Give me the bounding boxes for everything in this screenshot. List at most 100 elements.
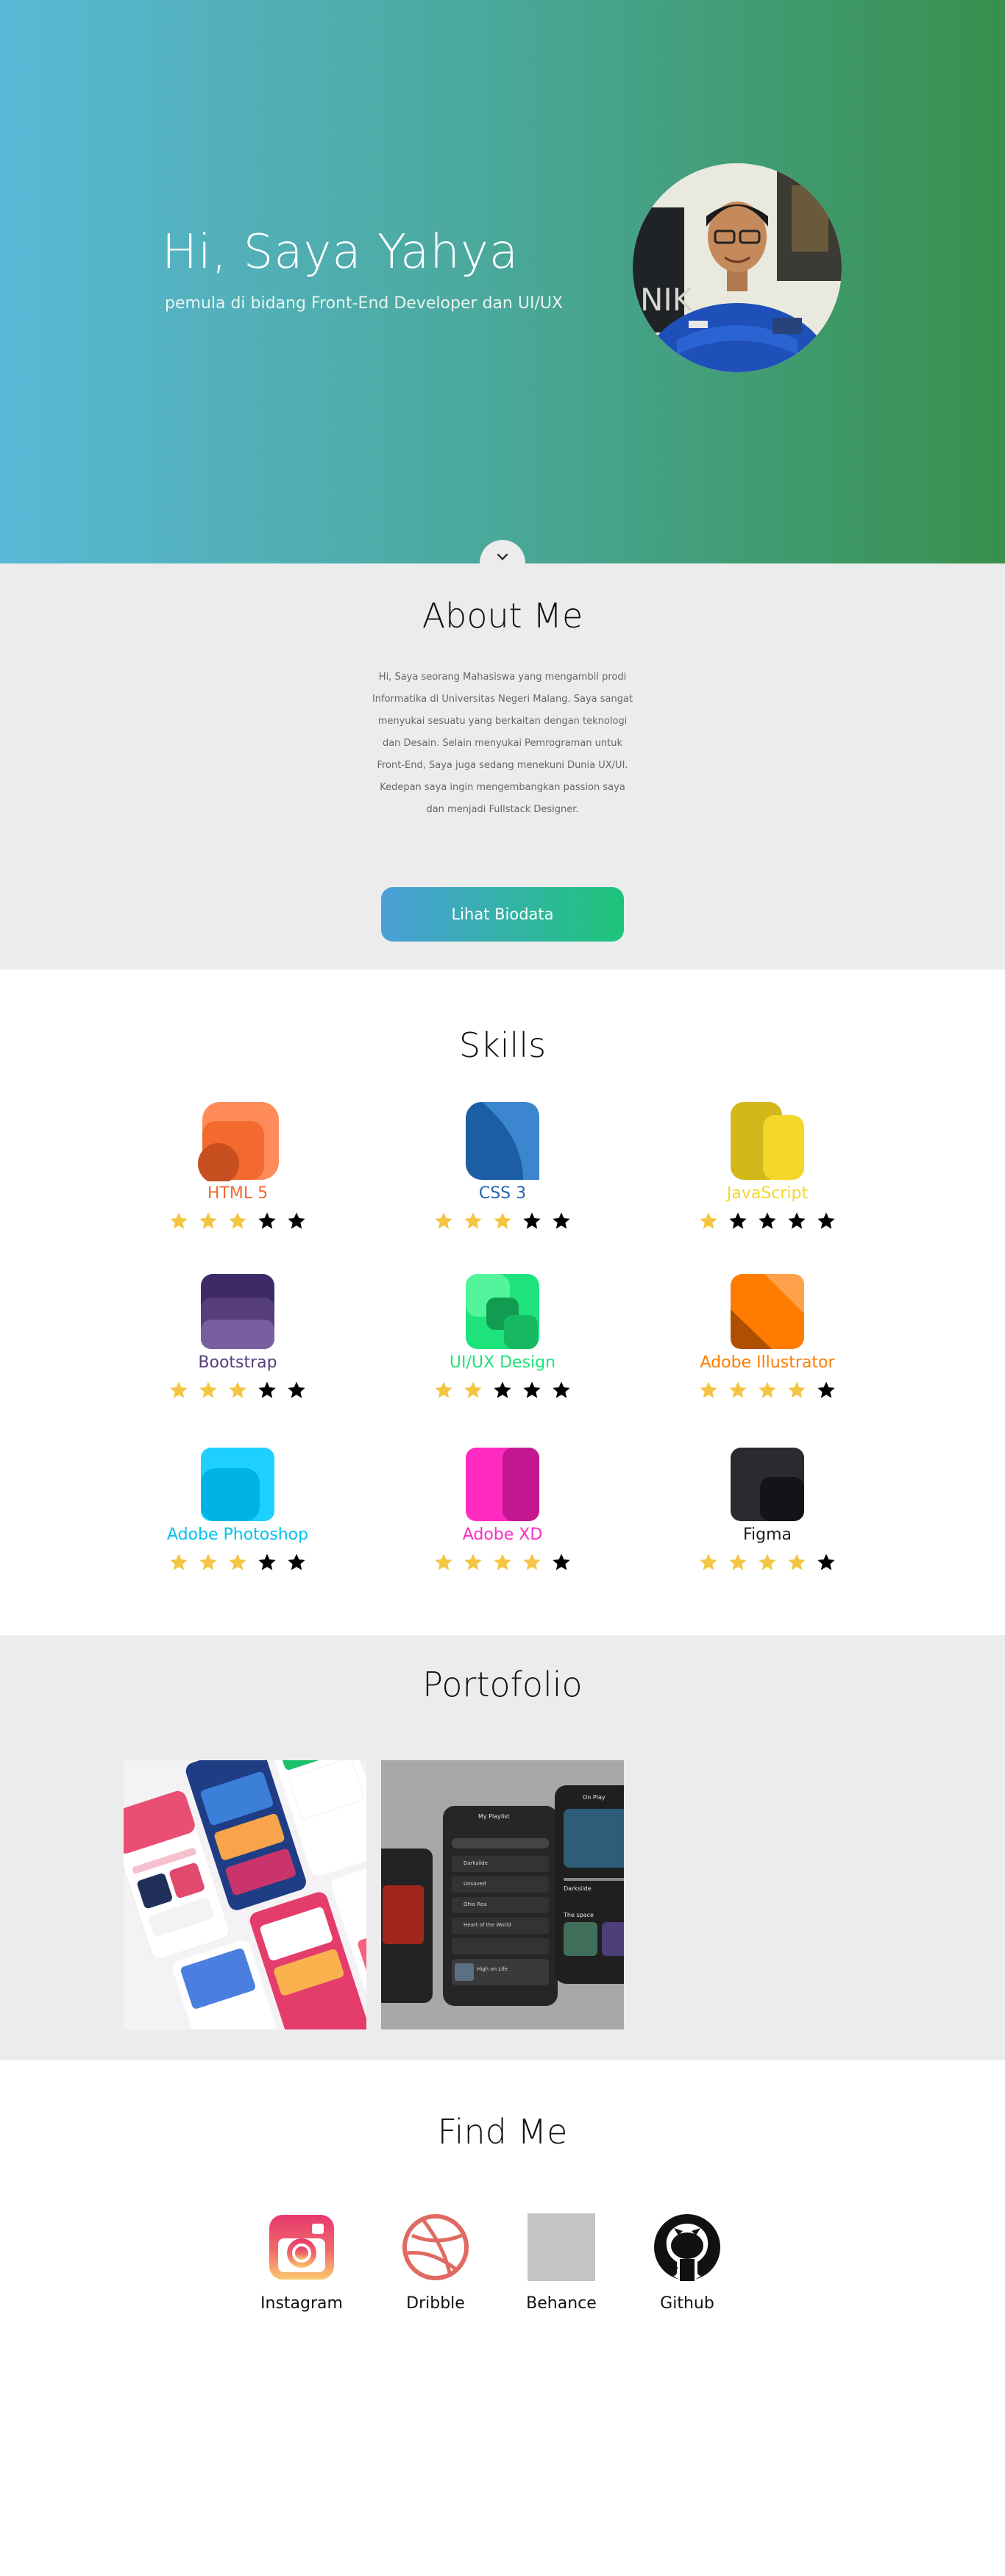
skill-label: HTML 5 [207,1184,269,1203]
illustrator-icon [731,1274,804,1349]
portfolio-item-travel[interactable] [124,1760,366,2029]
dribbble-icon [402,2214,469,2280]
github-label: Github [660,2294,714,2313]
rating-stars [664,1380,870,1401]
rating-stars [135,1211,341,1231]
star-filled-icon [199,1212,217,1229]
view-biodata-button[interactable]: Lihat Biodata [381,887,624,942]
uiux-icon [466,1274,539,1349]
star-filled-icon [435,1212,452,1229]
star-empty-icon [788,1212,806,1229]
star-filled-icon [170,1554,188,1570]
album-heading: The space [564,1912,594,1918]
skill-xd: Adobe XD [399,1446,606,1573]
star-empty-icon [553,1554,570,1570]
star-filled-icon [759,1554,776,1570]
star-empty-icon [817,1212,835,1229]
javascript-icon [731,1102,804,1180]
skill-javascript: JavaScript [664,1100,870,1231]
skill-label: JavaScript [726,1184,809,1203]
track-title: Darksiide [464,1860,488,1866]
star-empty-icon [817,1554,835,1570]
star-filled-icon [435,1554,452,1570]
bootstrap-icon [201,1274,274,1349]
about-section: About Me Hi, Saya seorang Mahasiswa yang… [0,563,1005,969]
star-filled-icon [700,1381,717,1398]
behance-link[interactable]: Behance [502,2213,620,2313]
track-title: Ohio Rea [464,1901,487,1907]
star-filled-icon [229,1381,246,1398]
skill-label: Adobe Illustrator [700,1353,835,1372]
star-filled-icon [729,1381,747,1398]
skill-label: UI/UX Design [449,1353,556,1372]
star-filled-icon [523,1554,541,1570]
behance-icon [528,2213,595,2281]
rating-stars [399,1211,606,1231]
rating-stars [399,1380,606,1401]
star-filled-icon [170,1212,188,1229]
about-description: Hi, Saya seorang Mahasiswa yang mengambi… [372,672,633,815]
star-empty-icon [494,1381,511,1398]
star-filled-icon [788,1381,806,1398]
skills-title: Skills [458,1025,547,1065]
star-filled-icon [700,1212,717,1229]
portfolio-title: Portofolio [422,1665,583,1704]
github-icon [654,2214,720,2281]
scroll-down-button[interactable] [480,540,525,586]
skill-uiux: UI/UX Design [399,1273,606,1401]
instagram-label: Instagram [260,2294,343,2313]
skill-label: Figma [742,1526,792,1544]
instagram-link[interactable]: Instagram [243,2213,361,2313]
behance-label: Behance [526,2294,597,2313]
star-empty-icon [553,1381,570,1398]
dribbble-link[interactable]: Dribble [377,2213,494,2313]
rating-stars [664,1552,870,1573]
rating-stars [135,1552,341,1573]
about-title: About Me [422,596,583,636]
star-empty-icon [258,1381,276,1398]
figma-icon [731,1448,804,1521]
playlist-heading: My Playlist [478,1813,510,1820]
hero-title: Hi, Saya Yahya [162,225,519,280]
photoshop-icon [201,1448,274,1521]
star-filled-icon [435,1381,452,1398]
star-filled-icon [494,1212,511,1229]
star-filled-icon [700,1554,717,1570]
instagram-icon [269,2215,334,2280]
star-filled-icon [494,1554,511,1570]
star-filled-icon [229,1212,246,1229]
hero-section: Hi, Saya Yahya pemula di bidang Front-En… [0,0,1005,586]
star-filled-icon [788,1554,806,1570]
skill-css3: CSS 3 [399,1100,606,1231]
star-empty-icon [258,1212,276,1229]
skill-label: CSS 3 [478,1184,527,1203]
skill-photoshop: Adobe Photoshop [135,1446,341,1573]
star-empty-icon [288,1554,305,1570]
findme-section: Find Me Instagram Dribble Behance Github [0,2060,1005,2576]
skill-illustrator: Adobe Illustrator [664,1273,870,1401]
profile-photo: NIK [633,163,842,372]
star-filled-icon [759,1381,776,1398]
star-empty-icon [523,1212,541,1229]
skill-label: Adobe Photoshop [166,1526,309,1544]
star-filled-icon [464,1554,482,1570]
skill-html5: HTML 5 [135,1100,341,1231]
portfolio-item-music[interactable]: My Playlist On Play Darksiide The space … [381,1760,624,2029]
dribbble-label: Dribble [406,2294,465,2313]
rating-stars [399,1552,606,1573]
skill-bootstrap: Bootstrap [135,1273,341,1401]
star-empty-icon [288,1381,305,1398]
github-link[interactable]: Github [628,2213,746,2313]
star-filled-icon [199,1381,217,1398]
chevron-down-icon [496,550,509,564]
star-empty-icon [288,1212,305,1229]
css3-icon [466,1102,539,1180]
star-filled-icon [199,1554,217,1570]
findme-title: Find Me [437,2112,568,2152]
travel-app-thumbnail [124,1760,366,2029]
track-title: Heart of the World [464,1922,511,1928]
star-empty-icon [553,1212,570,1229]
star-filled-icon [729,1554,747,1570]
skills-section: Skills HTML 5 CSS 3 JavaScript Bootstrap… [0,969,1005,1635]
portfolio-section: Portofolio My Playlist On Play Darksiide… [0,1635,1005,2060]
